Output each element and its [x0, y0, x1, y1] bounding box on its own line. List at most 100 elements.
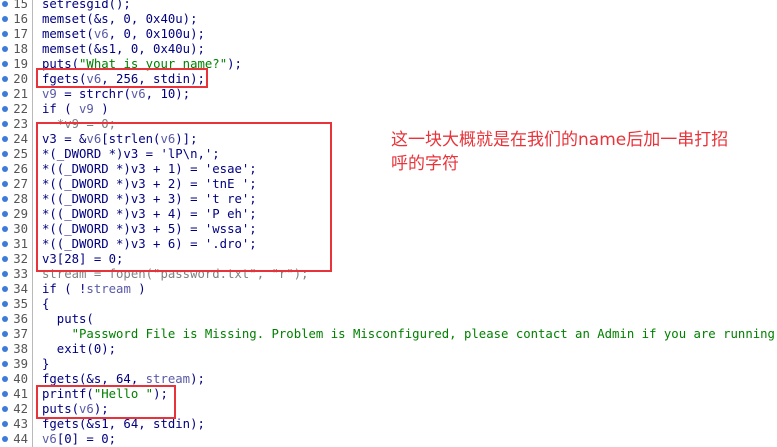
breakpoint-dot-icon[interactable] [2, 196, 8, 202]
line-number: 33 [13, 267, 28, 281]
breakpoint-dot-icon[interactable] [2, 106, 8, 112]
gutter-separator [32, 12, 33, 27]
breakpoint-dot-icon[interactable] [2, 226, 8, 232]
code-token: v9 [79, 102, 94, 116]
annotation-line-2: 呼的字符 [391, 154, 459, 174]
breakpoint-dot-icon[interactable] [2, 136, 8, 142]
line-number: 38 [13, 342, 28, 356]
line-number: 32 [13, 252, 28, 266]
code-line[interactable]: 15 setresgid(); [0, 0, 777, 12]
code-line[interactable]: 38 exit(0); [0, 342, 777, 357]
line-number: 28 [13, 192, 28, 206]
code-token: stream [145, 372, 191, 386]
code-line[interactable]: 18 memset(&s1, 0, 0x40u); [0, 42, 777, 57]
code-line[interactable]: 34 if ( !stream ) [0, 282, 777, 297]
gutter-separator [32, 192, 33, 207]
breakpoint-dot-icon[interactable] [2, 61, 8, 67]
breakpoint-dot-icon[interactable] [2, 241, 8, 247]
line-number: 23 [13, 117, 28, 131]
code-line[interactable]: 36 puts( [0, 312, 777, 327]
line-number: 42 [13, 402, 28, 416]
code-line[interactable]: 17 memset(v6, 0, 0x100u); [0, 27, 777, 42]
breakpoint-dot-icon[interactable] [2, 76, 8, 82]
gutter-separator [32, 357, 33, 372]
breakpoint-dot-icon[interactable] [2, 376, 8, 382]
breakpoint-dot-icon[interactable] [2, 121, 8, 127]
gutter-separator [32, 162, 33, 177]
breakpoint-dot-icon[interactable] [2, 316, 8, 322]
code-line[interactable]: 37 "Password File is Missing. Problem is… [0, 327, 777, 342]
breakpoint-dot-icon[interactable] [2, 391, 8, 397]
line-number: 16 [13, 12, 28, 26]
code-text: memset(&s1, 0, 0x40u); [42, 42, 205, 57]
code-token: v6 [42, 432, 57, 446]
code-line[interactable]: 39} [0, 357, 777, 372]
breakpoint-dot-icon[interactable] [2, 166, 8, 172]
breakpoint-dot-icon[interactable] [2, 256, 8, 262]
gutter-separator [32, 312, 33, 327]
breakpoint-dot-icon[interactable] [2, 361, 8, 367]
code-line[interactable]: 43 fgets(&s1, 64, stdin); [0, 417, 777, 432]
code-token: fgets(&s1, 64, stdin); [42, 417, 205, 431]
line-number: 17 [13, 27, 28, 41]
gutter-separator [32, 267, 33, 282]
gutter-separator [32, 0, 33, 12]
code-token: "Password File is Missing. Problem is Mi… [42, 327, 777, 341]
code-token: , 0, 0x100u); [108, 27, 205, 41]
gutter-separator [32, 222, 33, 237]
code-line[interactable]: 16 memset(&s, 0, 0x40u); [0, 12, 777, 27]
code-line[interactable]: 22 if ( v9 ) [0, 102, 777, 117]
gutter-separator [32, 117, 33, 132]
breakpoint-dot-icon[interactable] [2, 436, 8, 442]
code-token: memset(&s, 0, 0x40u); [42, 12, 198, 26]
breakpoint-dot-icon[interactable] [2, 181, 8, 187]
gutter-separator [32, 72, 33, 87]
code-token: = strchr( [56, 87, 131, 101]
breakpoint-dot-icon[interactable] [2, 46, 8, 52]
breakpoint-dot-icon[interactable] [2, 286, 8, 292]
gutter-separator [32, 177, 33, 192]
gutter-separator [32, 147, 33, 162]
breakpoint-dot-icon[interactable] [2, 271, 8, 277]
gutter-separator [32, 57, 33, 72]
gutter-separator [32, 327, 33, 342]
code-token: puts( [42, 312, 94, 326]
highlight-box-output [36, 385, 176, 419]
breakpoint-dot-icon[interactable] [2, 91, 8, 97]
gutter-separator [32, 342, 33, 357]
line-number: 39 [13, 357, 28, 371]
line-number: 15 [13, 0, 28, 11]
code-text: setresgid(); [42, 0, 131, 12]
code-text: puts( [42, 312, 94, 327]
breakpoint-dot-icon[interactable] [2, 346, 8, 352]
code-token: [0] = 0; [56, 432, 117, 446]
breakpoint-dot-icon[interactable] [2, 211, 8, 217]
code-text: memset(v6, 0, 0x100u); [42, 27, 205, 42]
line-number: 25 [13, 147, 28, 161]
breakpoint-dot-icon[interactable] [2, 331, 8, 337]
code-text: v6[0] = 0; [42, 432, 116, 447]
breakpoint-dot-icon[interactable] [2, 1, 8, 7]
code-token: setresgid(); [42, 0, 131, 11]
code-token: memset( [42, 27, 94, 41]
breakpoint-dot-icon[interactable] [2, 421, 8, 427]
code-line[interactable]: 21 v9 = strchr(v6, 10); [0, 87, 777, 102]
breakpoint-dot-icon[interactable] [2, 406, 8, 412]
code-line[interactable]: 35 { [0, 297, 777, 312]
code-token: stream [86, 282, 131, 296]
line-number: 27 [13, 177, 28, 191]
code-line[interactable]: 44 v6[0] = 0; [0, 432, 777, 447]
line-number: 22 [13, 102, 28, 116]
annotation-note: 这一块大概就是在我们的name后加一串打招 呼的字符 [391, 128, 771, 176]
code-token: ) [93, 102, 109, 116]
code-text: } [42, 357, 49, 372]
breakpoint-dot-icon[interactable] [2, 151, 8, 157]
code-text: if ( v9 ) [42, 102, 109, 117]
breakpoint-dot-icon[interactable] [2, 301, 8, 307]
breakpoint-dot-icon[interactable] [2, 16, 8, 22]
highlight-box-fgets [36, 68, 208, 88]
gutter-separator [32, 42, 33, 57]
breakpoint-dot-icon[interactable] [2, 31, 8, 37]
code-token: , 10); [145, 87, 191, 101]
line-number: 26 [13, 162, 28, 176]
